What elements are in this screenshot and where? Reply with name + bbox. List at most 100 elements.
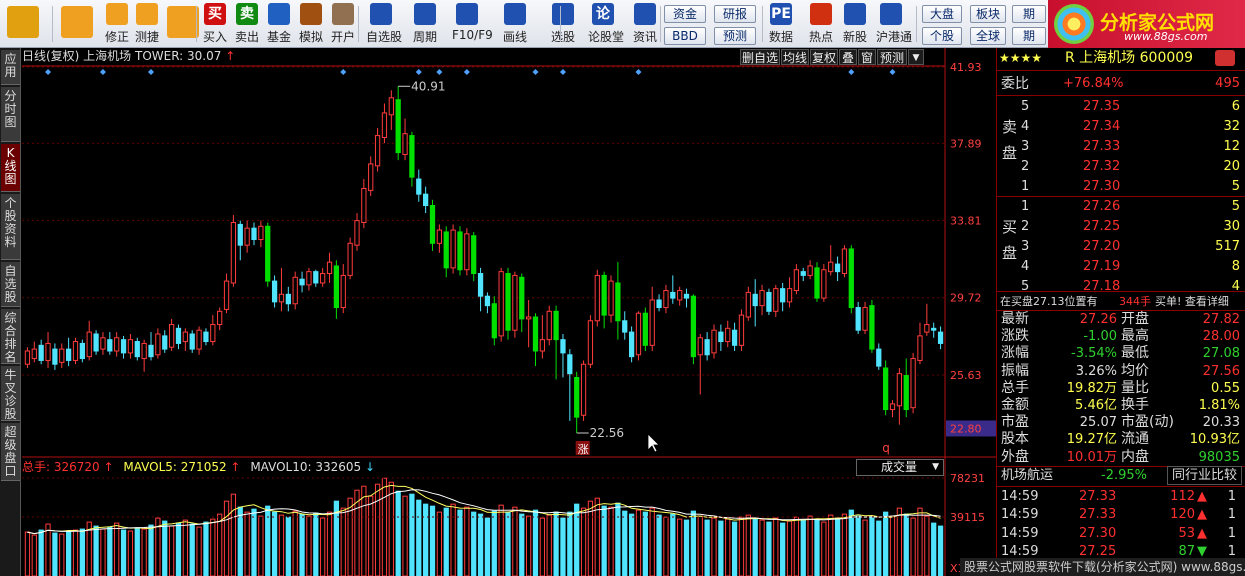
volume-bar	[862, 519, 868, 576]
chart-btn-0[interactable]: 删自选	[740, 49, 780, 65]
volume-bar	[299, 513, 305, 576]
bid-price: 27.20	[1083, 239, 1121, 254]
ask-row[interactable]: 3 27.33 12	[997, 137, 1245, 157]
toolbar-btn-17[interactable]: PE 数据	[766, 3, 796, 47]
candle-down	[834, 263, 841, 273]
ask-row[interactable]: 1 27.30 5	[997, 177, 1245, 197]
left-tab-7[interactable]: 超级盘口	[1, 423, 20, 481]
stock-title: R 上海机场 600009	[1065, 50, 1194, 66]
bid-row[interactable]: 3 27.20 517	[997, 237, 1245, 257]
toolbar-btn-10[interactable]: 自选股	[366, 3, 402, 47]
candle-up	[917, 335, 923, 361]
left-tab-3[interactable]: 个股资料	[1, 194, 20, 260]
industry-pct: -2.95%	[1101, 468, 1147, 483]
toolbar-btn-19[interactable]: 新股	[840, 3, 870, 47]
toolbar-small-btn-9[interactable]: 期	[1012, 27, 1046, 45]
left-tab-4[interactable]: 自选股	[1, 262, 20, 307]
toolbar-btn-8[interactable]: 模拟	[296, 3, 326, 47]
industry-compare-button[interactable]: 同行业比较	[1167, 466, 1243, 485]
volume-bar	[855, 515, 861, 576]
toolbar-small-btn-0[interactable]: 资金	[664, 5, 706, 23]
toolbar-btn-2[interactable]: 修正	[102, 3, 132, 47]
chart-btn-4[interactable]: 窗	[858, 49, 876, 65]
industry-row[interactable]: 机场航运 -2.95% 同行业比较	[997, 466, 1245, 486]
toolbar-btn-6[interactable]: 卖卖出	[232, 3, 262, 47]
left-tab-2[interactable]: K线图	[1, 144, 20, 192]
big-order-detail-link[interactable]: 买单! 查看详细	[1155, 292, 1229, 312]
tick-time: 14:59	[1001, 507, 1039, 523]
toolbar-small-btn-1[interactable]: BBD	[664, 27, 706, 45]
toolbar-btn-7[interactable]: 基金	[264, 3, 294, 47]
toolbar-btn-11[interactable]: 周期	[410, 3, 440, 47]
event-diamond-icon	[889, 69, 896, 75]
ask-row[interactable]: 4 27.34 32	[997, 117, 1245, 137]
volume-bar	[141, 528, 147, 576]
toolbar-btn-12[interactable]: F10/F9	[452, 3, 493, 47]
volume-bar	[635, 509, 642, 576]
left-tab-0[interactable]: 应用	[1, 50, 20, 85]
bid-row[interactable]: 4 27.19 8	[997, 257, 1245, 277]
ask-level: 5	[1021, 99, 1030, 114]
volume-bar	[924, 515, 930, 576]
candle-up	[196, 329, 202, 350]
left-tab-5[interactable]: 综合排名	[1, 309, 20, 364]
candle-up	[72, 341, 79, 361]
candle-up	[635, 312, 642, 356]
big-order-row[interactable]: 在买盘27.13位置有 344手 买单! 查看详细	[997, 292, 1245, 312]
buy-icon: 买	[204, 3, 226, 25]
volume-bar	[59, 533, 65, 576]
toolbar-btn-5[interactable]: 买买入	[200, 3, 230, 47]
volume-bar	[134, 527, 140, 576]
clock-alt-icon	[167, 6, 199, 38]
volume-bar	[766, 521, 772, 576]
toolbar-btn-14[interactable]: 选股	[548, 3, 578, 47]
toolbar-small-btn-7[interactable]: 全球	[970, 27, 1006, 45]
candle-down	[656, 299, 662, 309]
toolbar-btn-9[interactable]: 开户	[328, 3, 358, 47]
chart-btn-2[interactable]: 复权	[810, 49, 838, 65]
bid-row[interactable]: 2 27.25 30	[997, 217, 1245, 237]
toolbar-small-btn-5[interactable]: 个股	[922, 27, 962, 45]
volume-bar	[910, 517, 916, 576]
hammer-icon	[300, 3, 322, 25]
left-tab-6[interactable]: 牛叉诊股	[1, 366, 20, 421]
toolbar-small-btn-6[interactable]: 板块	[970, 5, 1006, 23]
volume-bar	[292, 510, 298, 576]
volume-bar	[148, 524, 154, 576]
toolbar-btn-1[interactable]	[58, 3, 96, 47]
chart-btn-3[interactable]: 叠	[839, 49, 857, 65]
ask-row[interactable]: 5 27.35 6	[997, 97, 1245, 117]
quote-label: 振幅	[1001, 362, 1029, 379]
ask-row[interactable]: 2 27.32 20	[997, 157, 1245, 177]
quote-value: 19.27亿	[1066, 432, 1117, 448]
candle-up	[924, 324, 930, 333]
cherry-icon	[1215, 50, 1235, 66]
quote-row: 涨幅 -3.54% 最低 27.08	[997, 345, 1245, 362]
toolbar-btn-3[interactable]: 测捷	[132, 3, 162, 47]
left-tab-1[interactable]: 分时图	[1, 87, 20, 142]
chart-btn-5[interactable]: 预测	[877, 49, 907, 65]
volume-bar	[388, 481, 394, 576]
toolbar-small-btn-3[interactable]: 预测	[714, 27, 756, 45]
chart-dropdown-icon[interactable]: ▼	[908, 49, 924, 65]
chart-btn-1[interactable]: 均线	[781, 49, 809, 65]
volume-bar	[560, 517, 566, 576]
candle-up	[546, 310, 552, 341]
toolbar-btn-20[interactable]: 沪港通	[876, 3, 912, 47]
toolbar-btn-15[interactable]: 论论股堂	[588, 3, 624, 47]
toolbar-small-btn-2[interactable]: 研报	[714, 5, 756, 23]
candle-down	[780, 288, 786, 303]
toolbar-btn-16[interactable]: 资讯	[630, 3, 660, 47]
toolbar-btn-18[interactable]: 热点	[806, 3, 836, 47]
event-diamond-icon	[532, 69, 539, 75]
toolbar-small-btn-4[interactable]: 大盘	[922, 5, 962, 23]
volume-indicator-dropdown[interactable]: 成交量 ▼	[856, 459, 944, 476]
bid-row[interactable]: 1 27.26 5	[997, 197, 1245, 217]
toolbar-btn-0[interactable]	[4, 3, 42, 47]
candle-up	[230, 222, 237, 284]
weibi-label: 委比	[1001, 76, 1029, 92]
toolbar-small-btn-8[interactable]: 期	[1012, 5, 1046, 23]
candle-up	[828, 261, 834, 273]
toolbar-btn-13[interactable]: 画线	[500, 3, 530, 47]
volume-tick-label: 39115	[950, 511, 985, 524]
